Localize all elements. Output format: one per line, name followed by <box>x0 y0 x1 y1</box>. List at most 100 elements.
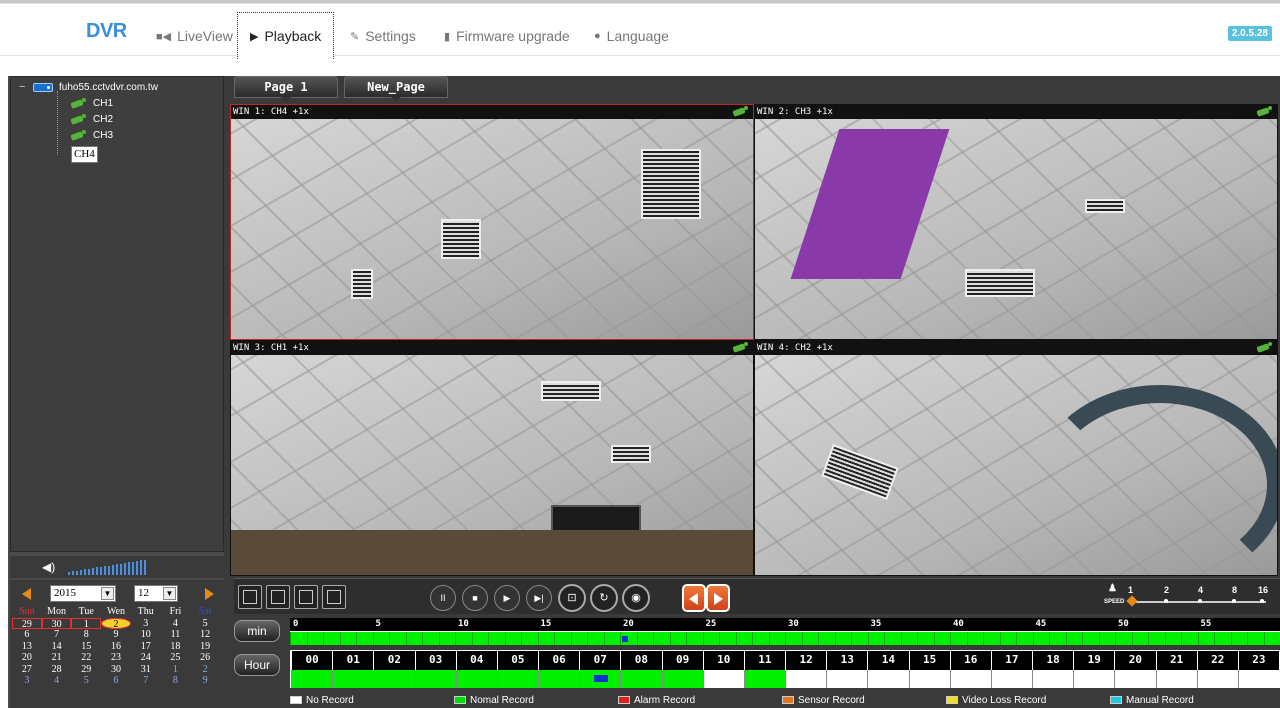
calendar-day[interactable]: 4 <box>161 618 191 630</box>
hour-cell[interactable] <box>826 670 868 688</box>
volume-slider[interactable] <box>68 559 146 575</box>
minute-cell[interactable] <box>339 632 357 645</box>
layout-9-button[interactable] <box>294 585 318 609</box>
video-window-1[interactable]: WIN 1: CH4 +1x <box>230 104 754 340</box>
nav-liveview[interactable]: ■◀ LiveView <box>144 17 245 55</box>
hour-cell[interactable] <box>1032 670 1074 688</box>
minute-cell[interactable] <box>801 632 819 645</box>
calendar-day[interactable]: 23 <box>101 652 131 664</box>
layout-4-button[interactable] <box>266 585 290 609</box>
calendar-day[interactable]: 13 <box>12 641 42 653</box>
hour-cell[interactable] <box>373 670 415 688</box>
hour-cell[interactable] <box>867 670 909 688</box>
calendar-day[interactable]: 22 <box>71 652 101 664</box>
minute-cell[interactable] <box>1049 632 1066 645</box>
minute-cell[interactable] <box>438 632 456 645</box>
minute-cell[interactable] <box>933 632 951 645</box>
minute-cell[interactable] <box>752 632 769 645</box>
hour-cell[interactable] <box>1155 670 1197 688</box>
minute-cell[interactable] <box>1115 632 1132 645</box>
calendar-day[interactable]: 27 <box>12 664 42 676</box>
minute-cell[interactable] <box>1098 632 1116 645</box>
minute-cell[interactable] <box>603 632 621 645</box>
hour-cell[interactable] <box>620 670 662 688</box>
calendar-day[interactable]: 3 <box>131 618 161 630</box>
minute-cell[interactable] <box>1065 632 1083 645</box>
min-button[interactable]: min <box>234 620 280 642</box>
layout-16-button[interactable] <box>322 585 346 609</box>
nav-language[interactable]: ● Language <box>582 17 681 55</box>
step-forward-button[interactable]: ▶| <box>526 585 552 611</box>
minute-cell[interactable] <box>1148 632 1165 645</box>
hour-cell[interactable] <box>579 670 621 688</box>
calendar-day[interactable]: 5 <box>190 618 220 630</box>
hour-cell[interactable] <box>496 670 538 688</box>
video-window-3[interactable]: WIN 3: CH1 +1x <box>230 340 754 576</box>
hour-cell[interactable] <box>332 670 374 688</box>
calendar-day[interactable]: 5 <box>71 675 101 687</box>
minute-cell[interactable] <box>356 632 373 645</box>
minute-cell[interactable] <box>1263 632 1280 645</box>
calendar-day[interactable]: 1 <box>161 664 191 676</box>
minute-cell[interactable] <box>488 632 505 645</box>
minute-cell[interactable] <box>537 632 555 645</box>
tree-channel-ch4[interactable]: CH4 <box>71 143 98 163</box>
calendar-day[interactable]: 14 <box>42 641 72 653</box>
calendar-day[interactable]: 3 <box>12 675 42 687</box>
nav-playback[interactable]: ▶ Playback <box>237 12 335 59</box>
hour-timeline[interactable]: 00 01 02 03 04 05 06 07 08 09 10 11 12 13 14 15 16 17 18 19… <box>290 650 1280 688</box>
pause-button[interactable]: II <box>430 585 456 611</box>
minute-cell[interactable] <box>1016 632 1033 645</box>
minute-cell[interactable] <box>1214 632 1231 645</box>
hour-cell[interactable] <box>949 670 991 688</box>
minute-cell[interactable] <box>735 632 753 645</box>
video-window-4[interactable]: WIN 4: CH2 +1x <box>754 340 1278 576</box>
tree-channel-ch3[interactable]: CH3 <box>71 127 113 143</box>
minute-cell[interactable] <box>1230 632 1248 645</box>
minute-cell[interactable] <box>686 632 703 645</box>
tree-root-dvr[interactable]: − fuho55.cctvdvr.com.tw <box>19 81 158 93</box>
tree-channel-ch2[interactable]: CH2 <box>71 111 113 127</box>
calendar-day[interactable]: 9 <box>101 629 131 641</box>
hour-record-bar[interactable] <box>291 670 1279 688</box>
minute-cell[interactable] <box>702 632 720 645</box>
minute-cell[interactable] <box>818 632 835 645</box>
hour-cell[interactable] <box>291 670 333 688</box>
hour-button[interactable]: Hour <box>234 654 280 676</box>
calendar-day[interactable]: 11 <box>161 629 191 641</box>
minute-cell[interactable] <box>504 632 522 645</box>
minute-cell[interactable] <box>1131 632 1149 645</box>
minute-cell[interactable] <box>917 632 934 645</box>
calendar-day[interactable]: 6 <box>101 675 131 687</box>
minute-cell[interactable] <box>422 632 439 645</box>
calendar-day[interactable]: 29 <box>71 664 101 676</box>
fast-forward-button[interactable] <box>706 584 730 612</box>
minute-cell[interactable] <box>669 632 687 645</box>
speaker-icon[interactable]: ◀) <box>42 561 55 573</box>
minute-cell[interactable] <box>867 632 885 645</box>
calendar-day[interactable]: 4 <box>42 675 72 687</box>
minute-cell[interactable] <box>966 632 984 645</box>
minute-cell[interactable] <box>785 632 802 645</box>
hour-cell[interactable] <box>908 670 950 688</box>
calendar-day[interactable]: 15 <box>71 641 101 653</box>
minute-cell[interactable] <box>1032 632 1050 645</box>
prev-month-arrow-icon[interactable] <box>22 588 31 600</box>
minute-cell[interactable] <box>900 632 918 645</box>
calendar-day[interactable]: 7 <box>42 629 72 641</box>
calendar-day[interactable]: 30 <box>101 664 131 676</box>
minute-cell[interactable] <box>1247 632 1264 645</box>
minute-record-bar[interactable] <box>290 632 1280 645</box>
stop-button[interactable]: ■ <box>462 585 488 611</box>
calendar-day[interactable]: 16 <box>101 641 131 653</box>
minute-cell[interactable] <box>455 632 472 645</box>
next-month-arrow-icon[interactable] <box>205 588 214 600</box>
tree-channel-ch1[interactable]: CH1 <box>71 95 113 111</box>
hour-cell[interactable] <box>455 670 497 688</box>
calendar-day[interactable]: 1 <box>71 617 102 630</box>
minute-cell[interactable] <box>636 632 654 645</box>
minute-cell[interactable] <box>653 632 670 645</box>
minute-cell[interactable] <box>521 632 538 645</box>
hour-cell[interactable] <box>1114 670 1156 688</box>
minute-cell[interactable] <box>587 632 604 645</box>
